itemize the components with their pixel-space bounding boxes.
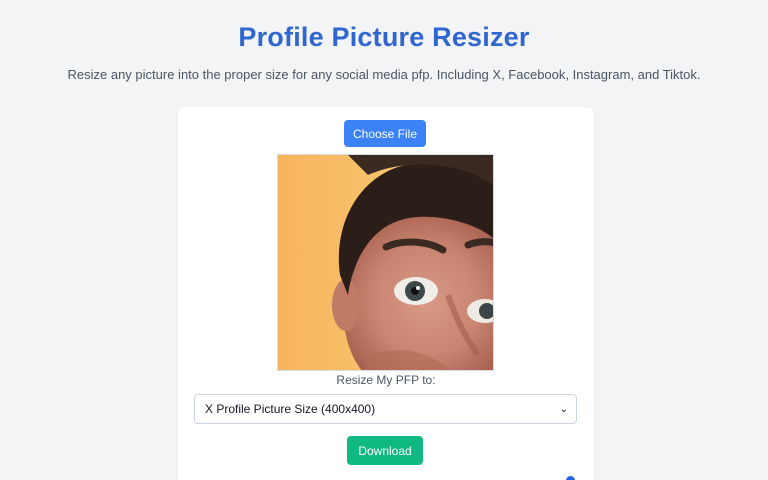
resize-label: Resize My PFP to: (336, 373, 436, 387)
page-title: Profile Picture Resizer (238, 22, 530, 52)
scroll-indicator (566, 476, 575, 480)
image-preview (277, 154, 494, 371)
choose-file-button[interactable]: Choose File (344, 120, 426, 147)
resizer-card: Choose File Resize My PFP to: X Profile … (178, 107, 594, 480)
pfp-size-select[interactable]: X Profile Picture Size (400x400) ⌄ (194, 394, 577, 424)
profile-photo (278, 155, 493, 370)
chevron-down-icon: ⌄ (559, 403, 568, 415)
page-subtitle: Resize any picture into the proper size … (67, 67, 701, 82)
page: Profile Picture Resizer Resize any pictu… (0, 0, 768, 480)
pfp-size-selected-value: X Profile Picture Size (400x400) (205, 402, 376, 416)
download-button[interactable]: Download (347, 436, 423, 465)
